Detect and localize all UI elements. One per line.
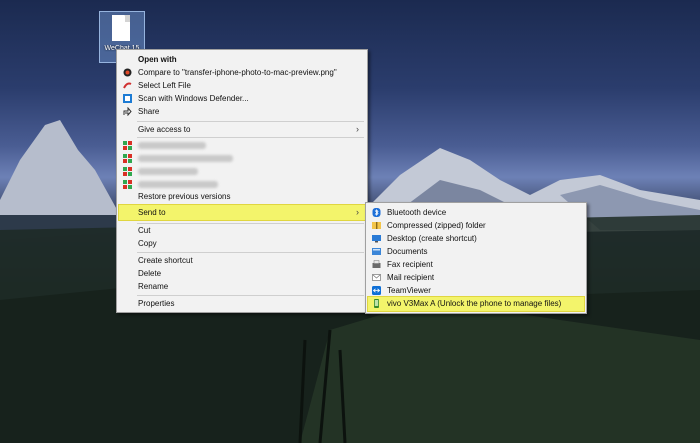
teamviewer-icon (372, 286, 381, 295)
menu-item-label: Compressed (zipped) folder (387, 221, 486, 230)
menu-item-restore-previous-versions[interactable]: Restore previous versions (119, 190, 365, 203)
redacted-text (138, 155, 233, 163)
menu-item-redacted-3[interactable] (119, 165, 365, 178)
file-fold-icon (125, 15, 130, 22)
menu-item-label: Fax recipient (387, 260, 433, 269)
menu-item-select-left-file[interactable]: Select Left File (119, 79, 365, 92)
menu-item-properties[interactable]: Properties (119, 297, 365, 310)
chevron-right-icon: › (356, 124, 359, 134)
zip-folder-icon (372, 221, 381, 230)
share-icon (123, 107, 132, 116)
menu-item-label: vivo V3Max A (Unlock the phone to manage… (387, 299, 562, 308)
send-to-desktop[interactable]: Desktop (create shortcut) (368, 232, 584, 245)
menu-item-label: Scan with Windows Defender... (138, 94, 249, 103)
menu-item-delete[interactable]: Delete (119, 267, 365, 280)
send-to-submenu: Bluetooth device Compressed (zipped) fol… (365, 202, 587, 314)
menu-separator (137, 121, 364, 122)
menu-item-cut[interactable]: Cut (119, 224, 365, 237)
send-to-teamviewer[interactable]: TeamViewer (368, 284, 584, 297)
menu-item-label: Desktop (create shortcut) (387, 234, 477, 243)
menu-item-rename[interactable]: Rename (119, 280, 365, 293)
redacted-text (138, 142, 206, 150)
menu-item-label: Copy (138, 239, 157, 248)
menu-item-label: Open with (138, 55, 177, 64)
chevron-right-icon: › (356, 207, 359, 217)
menu-item-label: TeamViewer (387, 286, 431, 295)
menu-item-create-shortcut[interactable]: Create shortcut (119, 254, 365, 267)
fax-icon (372, 260, 381, 269)
send-to-zip-folder[interactable]: Compressed (zipped) folder (368, 219, 584, 232)
bluetooth-icon (372, 208, 381, 217)
desktop-icon (372, 234, 381, 243)
menu-item-label: Create shortcut (138, 256, 193, 265)
menu-item-label: Properties (138, 299, 175, 308)
menu-item-open-with[interactable]: Open with (119, 53, 365, 66)
menu-item-copy[interactable]: Copy (119, 237, 365, 250)
menu-item-label: Bluetooth device (387, 208, 447, 217)
menu-item-label: Delete (138, 269, 162, 278)
menu-item-label: Share (138, 107, 160, 116)
phone-icon (372, 299, 381, 308)
menu-item-give-access-to[interactable]: Give access to › (119, 123, 365, 136)
menu-item-label: Documents (387, 247, 428, 256)
menu-item-compare-to[interactable]: Compare to "transfer-iphone-photo-to-mac… (119, 66, 365, 79)
send-to-fax[interactable]: Fax recipient (368, 258, 584, 271)
redacted-text (138, 168, 198, 176)
app-stack-icon (123, 141, 132, 150)
send-to-vivo-phone[interactable]: vivo V3Max A (Unlock the phone to manage… (367, 296, 585, 312)
menu-item-label: Give access to (138, 125, 191, 134)
documents-icon (372, 247, 381, 256)
diff-tool-icon (123, 81, 132, 90)
send-to-mail[interactable]: Mail recipient (368, 271, 584, 284)
menu-item-label: Restore previous versions (138, 192, 231, 201)
mail-icon (372, 273, 381, 282)
menu-item-share[interactable]: Share (119, 105, 365, 118)
send-to-documents[interactable]: Documents (368, 245, 584, 258)
menu-item-redacted-2[interactable] (119, 152, 365, 165)
menu-separator (137, 252, 364, 253)
redacted-text (138, 181, 218, 189)
menu-item-label: Rename (138, 282, 169, 291)
app-stack-icon (123, 154, 132, 163)
context-menu: Open with Compare to "transfer-iphone-ph… (116, 49, 368, 313)
send-to-bluetooth[interactable]: Bluetooth device (368, 206, 584, 219)
menu-item-send-to[interactable]: Send to › (118, 204, 366, 221)
menu-item-label: Cut (138, 226, 151, 235)
menu-item-label: Select Left File (138, 81, 191, 90)
compare-tool-icon (123, 68, 132, 77)
menu-item-redacted-1[interactable] (119, 139, 365, 152)
menu-item-label: Send to (138, 208, 166, 217)
app-stack-icon (123, 180, 132, 189)
menu-item-scan-defender[interactable]: Scan with Windows Defender... (119, 92, 365, 105)
menu-separator (137, 295, 364, 296)
menu-separator (137, 137, 364, 138)
app-stack-icon (123, 167, 132, 176)
menu-item-label: Mail recipient (387, 273, 435, 282)
windows-defender-icon (123, 94, 132, 103)
menu-item-label: Compare to "transfer-iphone-photo-to-mac… (138, 68, 337, 77)
